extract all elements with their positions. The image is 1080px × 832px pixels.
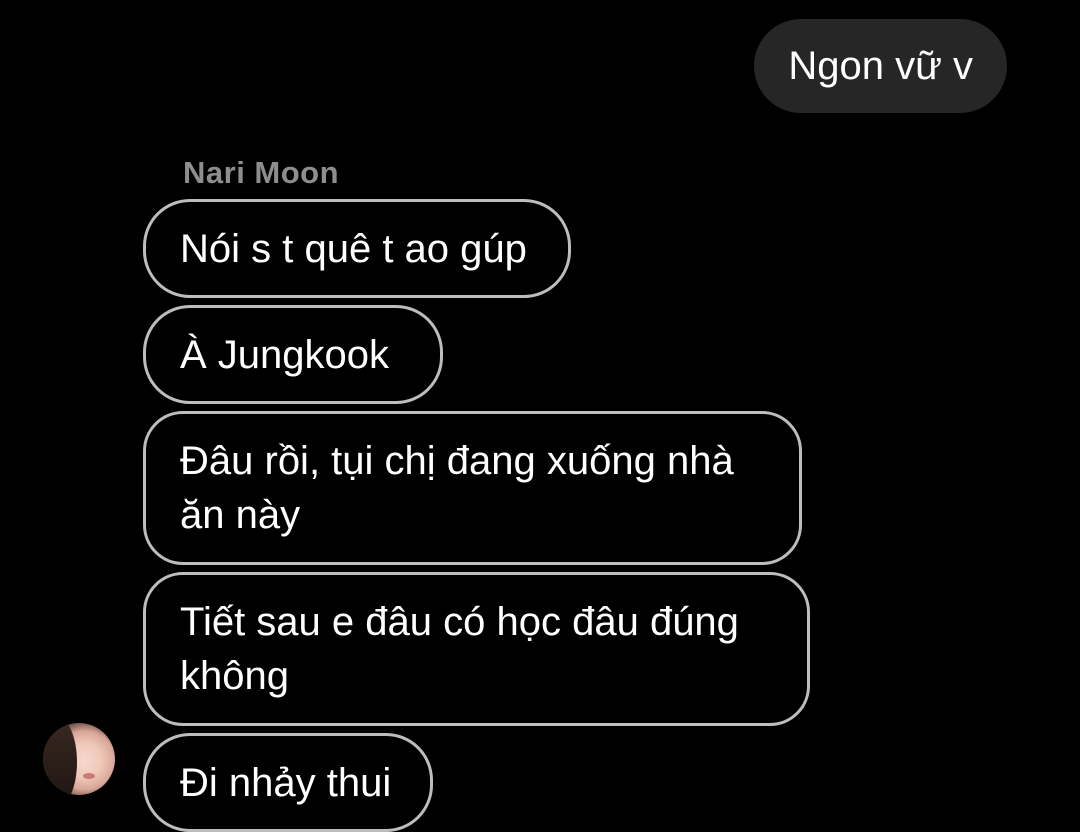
sender-name: Nari Moon [183, 155, 340, 190]
incoming-message-bubble[interactable]: Nói s t quê t ao gúp [143, 199, 571, 298]
incoming-message-bubble[interactable]: Đi nhảy thui [143, 733, 433, 832]
avatar-lips-shape [83, 773, 95, 779]
incoming-message-bubble[interactable]: Đâu rồi, tụi chị đang xuống nhà ăn này [143, 411, 802, 565]
chat-thread: Ngon vữ v Nari Moon Nói s t quê t ao gúp… [0, 0, 1080, 832]
incoming-message-bubble[interactable]: À Jungkook [143, 305, 443, 404]
incoming-message-group: Nói s t quê t ao gúp À Jungkook Đâu rồi,… [143, 199, 823, 832]
incoming-message-bubble[interactable]: Tiết sau e đâu có học đâu đúng không [143, 572, 810, 726]
outgoing-message-bubble[interactable]: Ngon vữ v [754, 19, 1007, 113]
avatar-hair-shape [43, 723, 77, 795]
sender-avatar[interactable] [43, 723, 115, 795]
